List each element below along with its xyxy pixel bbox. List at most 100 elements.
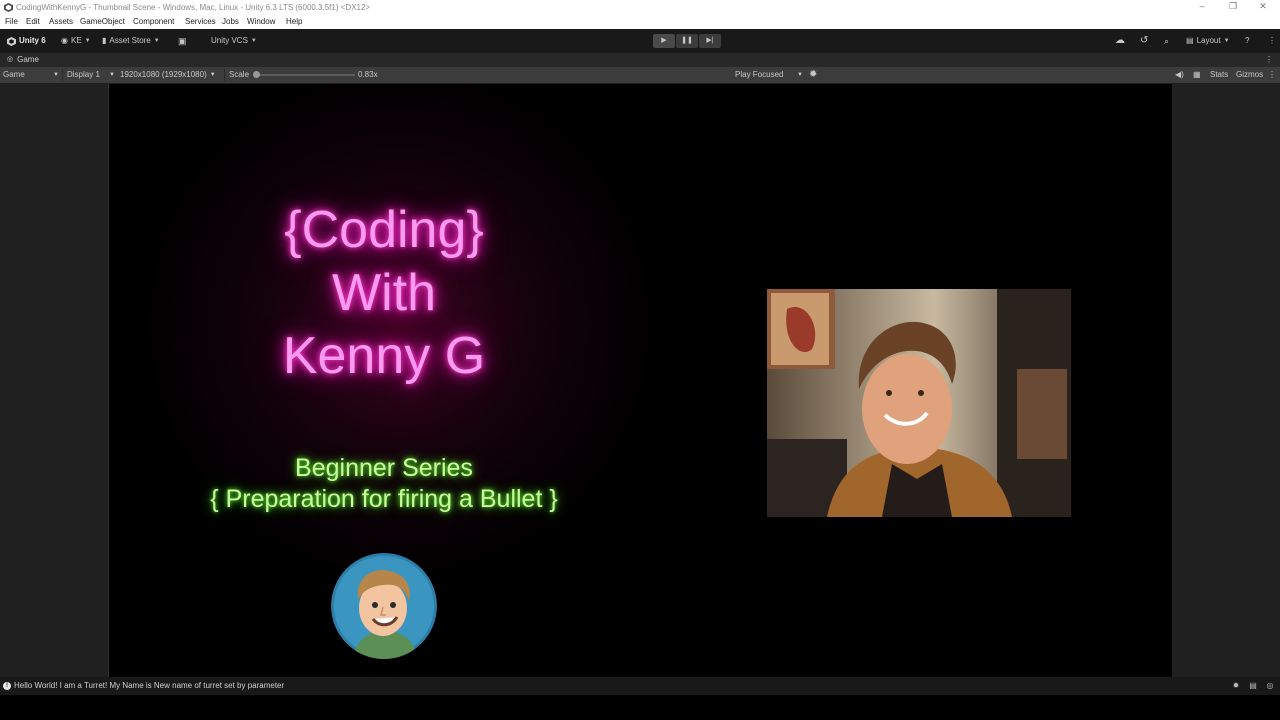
account-icon: ◉ bbox=[61, 36, 68, 45]
unity-cube-icon bbox=[7, 36, 16, 46]
scale-slider-handle[interactable] bbox=[253, 71, 260, 78]
status-bar[interactable]: ! Hello World! I am a Turret! My Name is… bbox=[0, 677, 1280, 695]
series-subtitle: Beginner Series { Preparation for firing… bbox=[149, 453, 619, 515]
chevron-down-icon: ▼ bbox=[250, 38, 257, 44]
console-message[interactable]: Hello World! I am a Turret! My Name is N… bbox=[14, 677, 284, 695]
package-manager-button[interactable]: ▣ bbox=[178, 29, 187, 53]
unity-version-label: Unity 6 bbox=[19, 36, 46, 45]
menu-window[interactable]: Window bbox=[247, 15, 275, 29]
cloud-icon: ☁ bbox=[1115, 35, 1125, 46]
menu-bar: File Edit Assets GameObject Component Se… bbox=[0, 15, 1280, 29]
step-icon: ▶| bbox=[706, 37, 714, 44]
menu-assets[interactable]: Assets bbox=[49, 15, 73, 29]
speaker-icon: ◀) bbox=[1175, 70, 1184, 79]
menu-help[interactable]: Help bbox=[286, 15, 302, 29]
menu-component[interactable]: Component bbox=[133, 15, 174, 29]
scale-label: Scale bbox=[229, 70, 250, 79]
history-button[interactable]: ↺ bbox=[1140, 29, 1148, 53]
tab-menu-icon[interactable]: ⋮ bbox=[1265, 53, 1273, 67]
debug-button[interactable]: ✹ bbox=[809, 67, 817, 83]
progress-icon[interactable]: ◎ bbox=[1265, 681, 1275, 691]
cloud-button[interactable]: ☁ bbox=[1115, 29, 1125, 53]
debug-mode-icon[interactable]: ✹ bbox=[1231, 681, 1241, 691]
info-icon: ! bbox=[3, 682, 11, 690]
layout-icon: ▤ bbox=[1186, 36, 1194, 45]
play-mode-select[interactable]: Play Focused ▼ bbox=[735, 67, 803, 83]
play-button[interactable]: ▶ bbox=[653, 34, 675, 48]
taskbar-gap bbox=[0, 695, 1280, 720]
pause-icon: ❚❚ bbox=[681, 37, 693, 44]
title-line-2: With bbox=[332, 264, 436, 322]
tab-game[interactable]: ◎ Game bbox=[0, 53, 45, 67]
game-view-toolbar: Game ▼ Display 1 ▼ 1920x1080 (1929x1080)… bbox=[0, 67, 1280, 83]
layout-dropdown[interactable]: ▤ Layout ▼ bbox=[1186, 29, 1230, 53]
chevron-down-icon: ▼ bbox=[1223, 38, 1230, 44]
more-options-button[interactable]: ⋮ bbox=[1268, 29, 1276, 53]
cartoon-avatar bbox=[331, 553, 437, 659]
play-mode-label: Play Focused bbox=[735, 70, 784, 79]
menu-file[interactable]: File bbox=[5, 15, 18, 29]
gizmos-dropdown[interactable]: Gizmos bbox=[1236, 67, 1263, 83]
view-select[interactable]: Game ▼ bbox=[3, 67, 59, 83]
title-line-3: Kenny G bbox=[282, 327, 486, 385]
menu-services[interactable]: Services bbox=[185, 15, 216, 29]
playmode-controls: ▶ ❚❚ ▶| bbox=[653, 34, 721, 48]
keyboard-button[interactable]: ▦ bbox=[1193, 67, 1201, 83]
minimize-icon[interactable]: – bbox=[1195, 0, 1209, 15]
window-title: CodingWithKennyG - Thumbnail Scene - Win… bbox=[16, 3, 371, 12]
chevron-down-icon: ▼ bbox=[797, 72, 803, 78]
vcs-label: Unity VCS bbox=[211, 36, 248, 45]
play-icon: ▶ bbox=[661, 37, 667, 44]
render-pipeline-icon[interactable]: ▤ bbox=[1248, 681, 1258, 691]
display-select[interactable]: Display 1 ▼ bbox=[67, 67, 115, 83]
keyboard-icon: ▦ bbox=[1193, 70, 1201, 79]
search-button[interactable]: ⌕ bbox=[1164, 29, 1169, 53]
tab-row: ◎ Game ⋮ bbox=[0, 53, 1280, 67]
account-label: KE bbox=[70, 36, 82, 45]
chevron-down-icon: ▼ bbox=[53, 72, 59, 78]
kebab-icon: ⋮ bbox=[1268, 36, 1276, 45]
search-icon: ⌕ bbox=[1164, 36, 1170, 46]
display-select-label: Display 1 bbox=[67, 70, 100, 79]
mute-audio-button[interactable]: ◀) bbox=[1175, 67, 1184, 83]
game-render-area[interactable]: {Coding} With Kenny G Beginner Series { … bbox=[108, 84, 1172, 677]
layout-label: Layout bbox=[1196, 36, 1221, 45]
series-line-1: Beginner Series bbox=[295, 454, 473, 482]
shopping-bag-icon: ▮ bbox=[102, 36, 107, 45]
package-icon: ▣ bbox=[178, 36, 187, 46]
webcam-feed bbox=[767, 289, 1071, 517]
history-icon: ↺ bbox=[1140, 35, 1149, 46]
help-icon: ? bbox=[1245, 36, 1250, 45]
gizmos-label: Gizmos bbox=[1236, 70, 1264, 79]
scale-value: 0.83x bbox=[358, 70, 378, 79]
main-toolbar: Unity 6 ◉ KE ▼ ▮ Asset Store ▼ ▣ Unity V… bbox=[0, 29, 1280, 53]
game-viewport[interactable]: {Coding} With Kenny G Beginner Series { … bbox=[0, 83, 1280, 677]
scale-slider-track[interactable] bbox=[255, 74, 355, 76]
asset-store-label: Asset Store bbox=[109, 36, 151, 45]
asset-store-dropdown[interactable]: ▮ Asset Store ▼ bbox=[102, 29, 160, 53]
account-dropdown[interactable]: ◉ KE ▼ bbox=[61, 29, 91, 53]
resolution-select[interactable]: 1920x1080 (1929x1080) ▼ bbox=[120, 67, 216, 83]
neon-title: {Coding} With Kenny G bbox=[229, 199, 539, 388]
step-button[interactable]: ▶| bbox=[699, 34, 721, 48]
title-bar: CodingWithKennyG - Thumbnail Scene - Win… bbox=[0, 0, 1280, 15]
resolution-select-label: 1920x1080 (1929x1080) bbox=[120, 70, 207, 79]
pause-button[interactable]: ❚❚ bbox=[676, 34, 698, 48]
menu-edit[interactable]: Edit bbox=[26, 15, 40, 29]
bug-icon: ✹ bbox=[809, 69, 818, 80]
kebab-icon: ⋮ bbox=[1268, 70, 1276, 79]
restore-icon[interactable]: ❐ bbox=[1226, 0, 1240, 15]
title-line-1: {Coding} bbox=[284, 201, 484, 259]
close-icon[interactable]: ✕ bbox=[1256, 0, 1270, 15]
menu-jobs[interactable]: Jobs bbox=[222, 15, 239, 29]
version-control-dropdown[interactable]: Unity VCS ▼ bbox=[211, 29, 257, 53]
gizmos-menu-button[interactable]: ⋮ bbox=[1268, 67, 1276, 83]
unity-menu-button[interactable]: Unity 6 bbox=[7, 29, 46, 53]
help-button[interactable]: ? bbox=[1245, 29, 1249, 53]
menu-gameobject[interactable]: GameObject bbox=[80, 15, 125, 29]
chevron-down-icon: ▼ bbox=[109, 72, 115, 78]
view-select-label: Game bbox=[3, 70, 25, 79]
tab-game-label: Game bbox=[17, 55, 39, 64]
unity-logo-icon bbox=[4, 3, 13, 12]
stats-button[interactable]: Stats bbox=[1210, 67, 1228, 83]
